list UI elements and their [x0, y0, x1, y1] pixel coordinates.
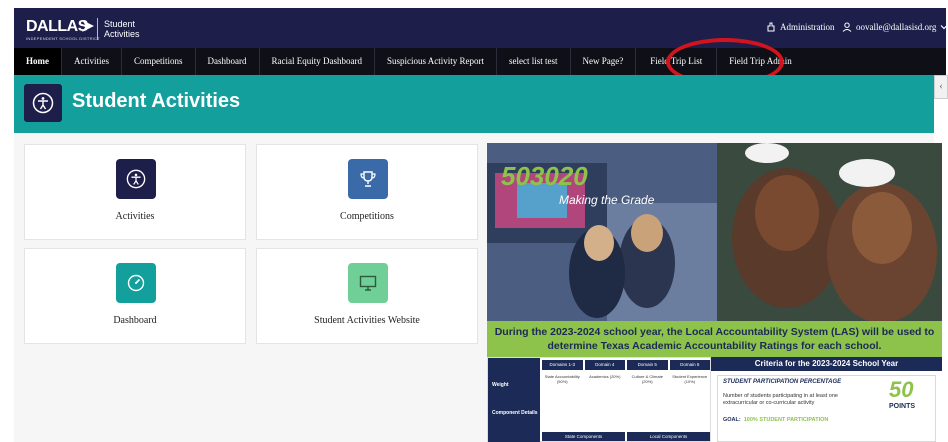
banner-tagline: Making the Grade: [559, 193, 655, 207]
domains-table: Weight Component Details Domains 1-3 Dom…: [487, 357, 711, 442]
card-label: Dashboard: [113, 315, 157, 326]
nav-activities[interactable]: Activities: [62, 48, 122, 75]
user-menu[interactable]: oovalle@dallasisd.org: [842, 22, 948, 32]
card-label: Student Activities Website: [314, 315, 420, 326]
app-name-line1: Student: [104, 19, 136, 29]
card-label: Activities: [115, 211, 155, 222]
chevron-down-icon: [940, 25, 948, 30]
table-footer: Local Components: [627, 432, 710, 441]
table-cell: Student Experience (10%): [672, 374, 708, 384]
logo-star-icon: [82, 20, 94, 32]
app-name-line2: Activities: [104, 29, 140, 39]
accessibility-icon: [116, 159, 156, 199]
criteria-goal: GOAL: 100% STUDENT PARTICIPATION: [723, 417, 828, 423]
nav-racial-equity-dashboard[interactable]: Racial Equity Dashboard: [260, 48, 375, 75]
user-icon: [842, 22, 852, 32]
card-student-activities-website[interactable]: Student Activities Website: [256, 248, 478, 344]
las-statement: During the 2023-2024 school year, the Lo…: [487, 321, 942, 357]
students-photo: 503020 Making the Grade: [487, 143, 942, 323]
table-cell: Academics (20%): [589, 374, 621, 379]
las-banner-image[interactable]: 503020 Making the Grade During the 2023-…: [487, 143, 942, 442]
user-email: oovalle@dallasisd.org: [856, 22, 937, 32]
criteria-body: Number of students participating in at l…: [723, 393, 838, 406]
district-logo[interactable]: DALLAS: [26, 18, 88, 36]
monitor-icon: [348, 263, 388, 303]
nav-dashboard[interactable]: Dashboard: [196, 48, 260, 75]
nav-suspicious-activity-report[interactable]: Suspicious Activity Report: [375, 48, 498, 75]
nav-competitions[interactable]: Competitions: [122, 48, 196, 75]
page: DALLAS INDEPENDENT SCHOOL DISTRICT Stude…: [0, 0, 948, 442]
criteria-title: Criteria for the 2023-2024 School Year: [711, 357, 942, 371]
row-label-details: Component Details: [492, 410, 538, 416]
card-competitions[interactable]: Competitions: [256, 144, 478, 240]
criteria-panel: Criteria for the 2023-2024 School Year S…: [711, 357, 942, 442]
administration-label: Administration: [780, 22, 835, 32]
nav-home[interactable]: Home: [14, 48, 62, 75]
administration-link[interactable]: Administration: [766, 22, 835, 32]
table-header: Domains 1-3: [542, 360, 583, 370]
table-header: Domain 6: [669, 360, 710, 370]
table-footer-row: State Components Local Components: [542, 432, 710, 441]
nav-select-list-test[interactable]: select list test: [497, 48, 571, 75]
accessibility-icon: [24, 84, 62, 122]
banner-logo: 503020: [501, 161, 588, 191]
points-value: 50: [889, 377, 914, 402]
table-header: Domain 5: [627, 360, 668, 370]
main-nav: Home Activities Competitions Dashboard R…: [14, 48, 946, 75]
card-activities[interactable]: Activities: [24, 144, 246, 240]
table-header: Domain 4: [584, 360, 625, 370]
points-label: POINTS: [889, 403, 916, 410]
trophy-icon: [348, 159, 388, 199]
row-label-weight: Weight: [492, 382, 509, 388]
table-header-row: Domains 1-3 Domain 4 Domain 5 Domain 6: [542, 360, 710, 370]
table-cell: State Accountability (50%): [544, 374, 580, 384]
goal-label: GOAL:: [723, 417, 741, 423]
hand-icon: [767, 22, 775, 32]
district-logo-subtitle: INDEPENDENT SCHOOL DISTRICT: [26, 36, 101, 41]
nav-new-page[interactable]: New Page?: [571, 48, 637, 75]
card-dashboard[interactable]: Dashboard: [24, 248, 246, 344]
gauge-icon: [116, 263, 156, 303]
table-row-header-column: [488, 358, 540, 442]
collapse-panel-button[interactable]: ‹: [934, 75, 948, 99]
card-label: Competitions: [340, 211, 394, 222]
goal-value: 100% STUDENT PARTICIPATION: [743, 417, 829, 423]
criteria-subtitle: STUDENT PARTICIPATION PERCENTAGE: [723, 379, 842, 385]
chevron-left-icon: ‹: [939, 81, 943, 92]
table-footer: State Components: [542, 432, 625, 441]
logo-divider: [97, 18, 98, 40]
table-cell: Culture & Climate (20%): [631, 374, 663, 384]
top-bar: DALLAS INDEPENDENT SCHOOL DISTRICT Stude…: [14, 8, 948, 48]
app-name: Student Activities: [104, 19, 140, 39]
page-header: Student Activities: [14, 75, 934, 133]
page-title: Student Activities: [72, 90, 241, 112]
table-weight-row: State Accountability (50%) Academics (20…: [542, 374, 710, 384]
